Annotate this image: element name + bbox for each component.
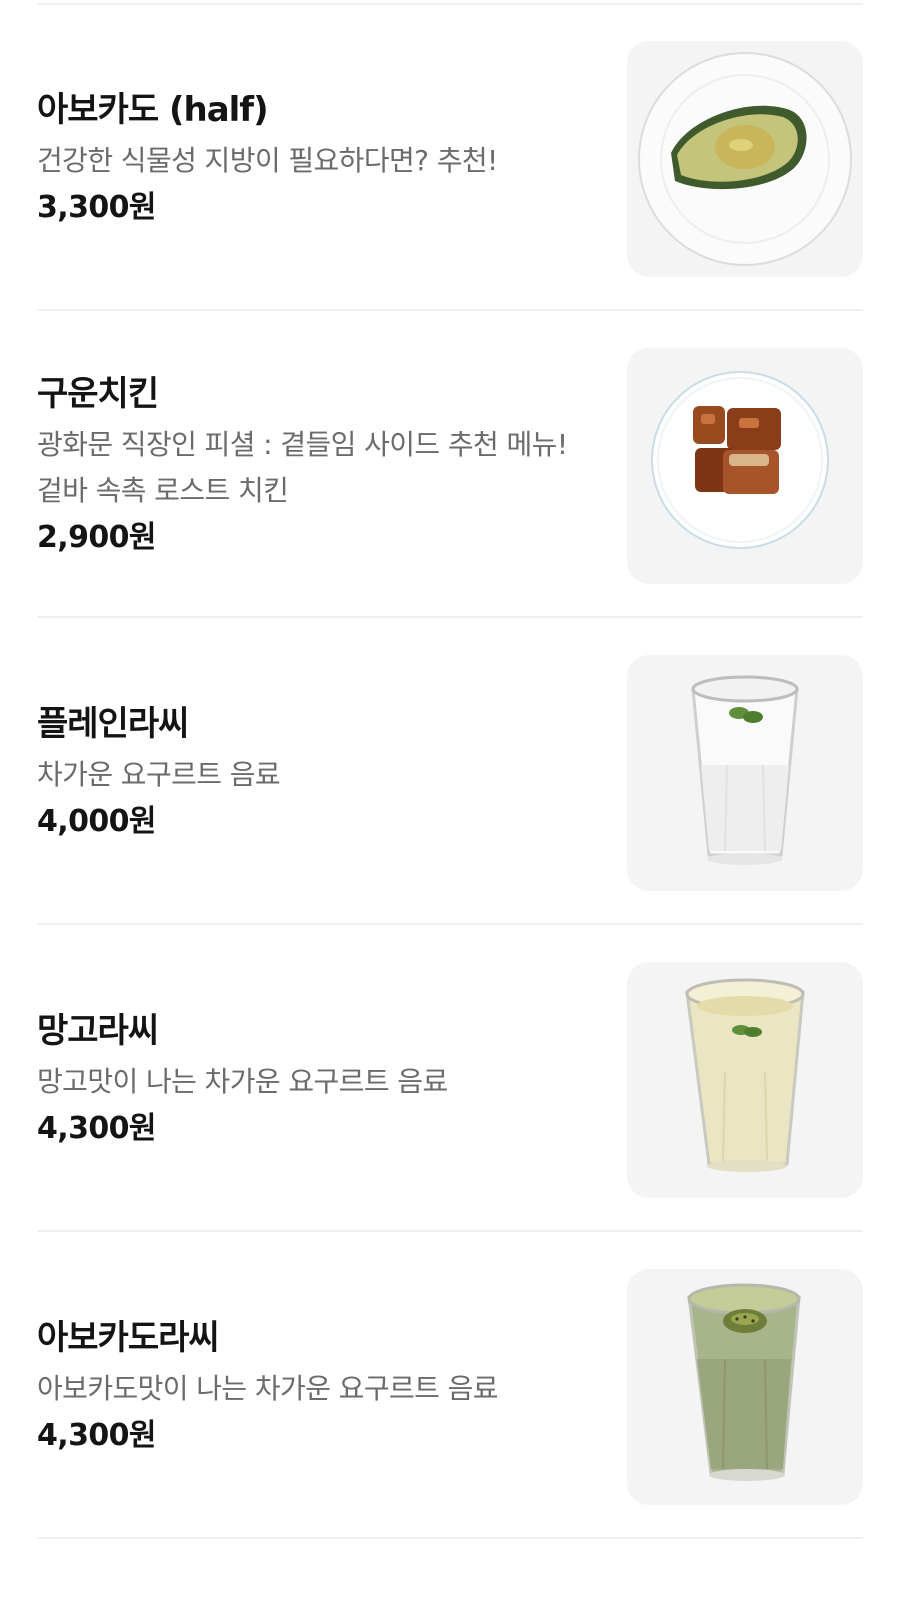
menu-item-name: 아보카도라씨 [37, 1318, 220, 1358]
menu-item-avocado-half[interactable]: 아보카도 (half) 건강한 식물성 지방이 필요하다면? 추천! 3,300… [37, 41, 863, 277]
menu-item-text: 망고라씨 망고맛이 나는 차가운 요구르트 음료 4,300원 [37, 962, 577, 1198]
item-divider [37, 616, 863, 618]
menu-item-description: 망고맛이 나는 차가운 요구르트 음료 [37, 1065, 448, 1098]
menu-item-grilled-chicken[interactable]: 구운치킨 광화문 직장인 피셜 : 곁들임 사이드 추천 메뉴! 겉바 속촉 로… [37, 348, 863, 584]
menu-item-name: 플레인라씨 [37, 704, 189, 744]
menu-item-price: 3,300원 [37, 190, 157, 225]
menu-item-text: 구운치킨 광화문 직장인 피셜 : 곁들임 사이드 추천 메뉴! 겉바 속촉 로… [37, 348, 577, 584]
menu-item-name: 망고라씨 [37, 1011, 159, 1051]
menu-item-plain-lassi[interactable]: 플레인라씨 차가운 요구르트 음료 4,000원 [37, 655, 863, 891]
top-divider [37, 3, 863, 5]
plain-lassi-glass-image[interactable] [627, 655, 863, 891]
menu-item-description: 광화문 직장인 피셜 : 곁들임 사이드 추천 메뉴! 겉바 속촉 로스트 치킨 [37, 428, 568, 507]
menu-item-price: 4,300원 [37, 1418, 157, 1453]
menu-item-text: 아보카도 (half) 건강한 식물성 지방이 필요하다면? 추천! 3,300… [37, 41, 577, 277]
item-divider [37, 923, 863, 925]
mango-lassi-glass-image[interactable] [627, 962, 863, 1198]
menu-item-name: 구운치킨 [37, 374, 159, 414]
menu-item-text: 플레인라씨 차가운 요구르트 음료 4,000원 [37, 655, 577, 891]
menu-item-price: 4,000원 [37, 804, 157, 839]
menu-item-avocado-lassi[interactable]: 아보카도라씨 아보카도맛이 나는 차가운 요구르트 음료 4,300원 [37, 1269, 863, 1505]
menu-item-description: 차가운 요구르트 음료 [37, 758, 281, 791]
roast-chicken-plate-image[interactable] [627, 348, 863, 584]
menu-item-name: 아보카도 (half) [37, 90, 269, 130]
menu-item-description: 건강한 식물성 지방이 필요하다면? 추천! [37, 144, 498, 177]
avocado-plate-image[interactable] [627, 41, 863, 277]
menu-item-text: 아보카도라씨 아보카도맛이 나는 차가운 요구르트 음료 4,300원 [37, 1269, 577, 1505]
avocado-lassi-glass-image[interactable] [627, 1269, 863, 1505]
bottom-divider [37, 1537, 863, 1539]
item-divider [37, 1230, 863, 1232]
menu-item-mango-lassi[interactable]: 망고라씨 망고맛이 나는 차가운 요구르트 음료 4,300원 [37, 962, 863, 1198]
menu-item-description: 아보카도맛이 나는 차가운 요구르트 음료 [37, 1372, 499, 1405]
item-divider [37, 309, 863, 311]
menu-item-price: 2,900원 [37, 520, 157, 555]
menu-item-price: 4,300원 [37, 1111, 157, 1146]
